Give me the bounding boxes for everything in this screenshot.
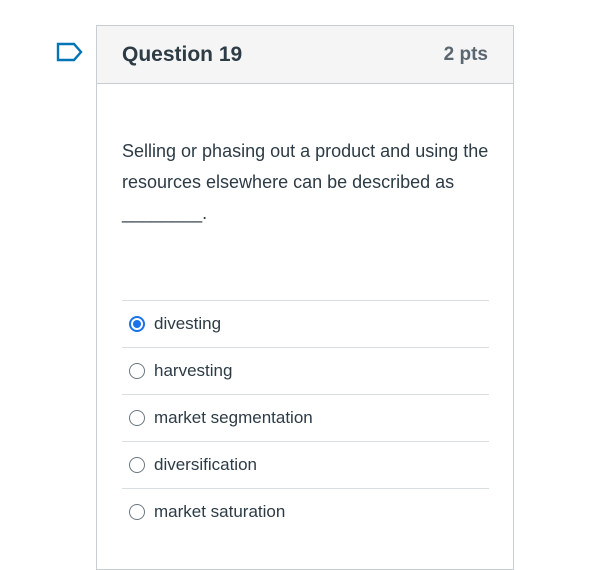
radio-button[interactable] <box>129 410 145 426</box>
radio-button[interactable] <box>129 457 145 473</box>
answer-option[interactable]: harvesting <box>122 347 489 394</box>
radio-button[interactable] <box>129 363 145 379</box>
flag-question-icon[interactable] <box>56 42 84 62</box>
answer-option[interactable]: market saturation <box>122 488 489 535</box>
answer-label: market segmentation <box>154 408 313 427</box>
answer-option[interactable]: divesting <box>122 300 489 347</box>
radio-button[interactable] <box>129 316 145 332</box>
question-header: Question 19 2 pts <box>97 26 513 84</box>
answer-label: diversification <box>154 455 257 474</box>
radio-button[interactable] <box>129 504 145 520</box>
question-title: Question 19 <box>122 42 243 66</box>
answer-option[interactable]: diversification <box>122 441 489 488</box>
answer-option[interactable]: market segmentation <box>122 394 489 441</box>
answer-label: harvesting <box>154 361 233 380</box>
answer-list: divesting harvesting market segmentation… <box>122 300 489 535</box>
question-points: 2 pts <box>443 43 488 65</box>
answer-label: divesting <box>154 314 222 333</box>
question-card: Question 19 2 pts Selling or phasing out… <box>96 25 514 570</box>
answer-label: market saturation <box>154 502 286 521</box>
question-body: Selling or phasing out a product and usi… <box>97 84 513 535</box>
question-text: Selling or phasing out a product and usi… <box>122 141 489 223</box>
